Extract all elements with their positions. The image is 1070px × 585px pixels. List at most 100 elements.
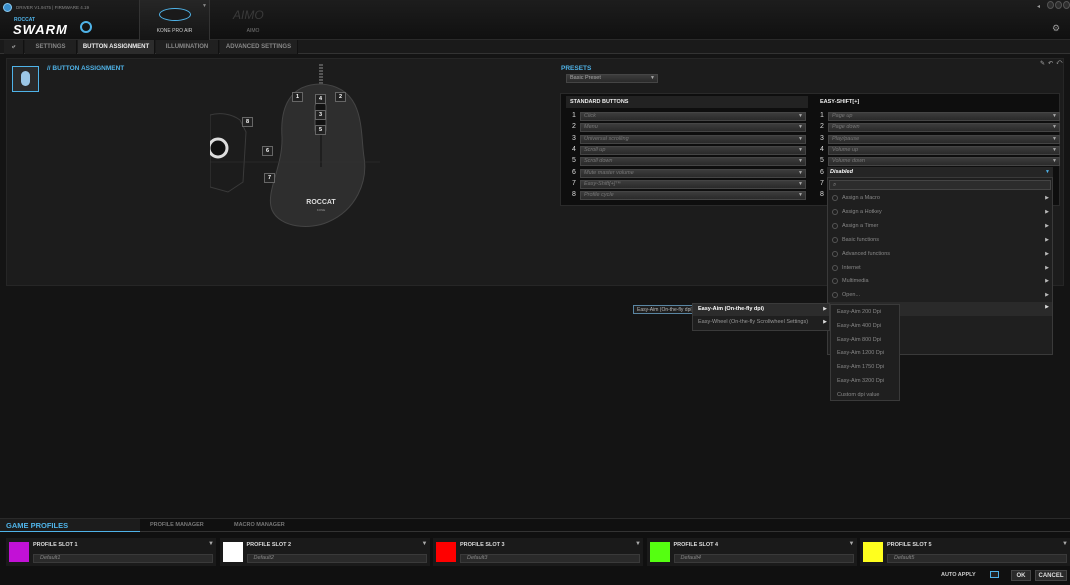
dpi-item-1[interactable]: Easy-Aim 200 Dpi bbox=[831, 306, 899, 318]
easyshift-row-1-dropdown[interactable]: Page up ▼ bbox=[828, 112, 1060, 121]
row-number: 2 bbox=[820, 123, 824, 131]
mouse-side-wheel bbox=[210, 137, 229, 159]
roccat-logo-icon bbox=[3, 3, 12, 12]
function-menu-item-3[interactable]: Assign a Timer ▶ bbox=[828, 219, 1052, 233]
tab-advanced-settings[interactable]: ADVANCED SETTINGS bbox=[220, 40, 298, 54]
window-back-button[interactable]: ◂ bbox=[1037, 3, 1044, 10]
device-aimo[interactable]: AIMO AIMO bbox=[225, 0, 281, 40]
function-search-field[interactable] bbox=[842, 181, 1042, 189]
undo-icon[interactable]: ↶ bbox=[1048, 60, 1053, 67]
standard-row-4-dropdown[interactable]: Scroll up ▼ bbox=[580, 145, 806, 155]
profile-name-input[interactable]: Default5 bbox=[887, 554, 1067, 563]
standard-row-3-value: Universal scrolling bbox=[584, 135, 629, 142]
standard-row-8-dropdown[interactable]: Profile cycle ▼ bbox=[580, 191, 806, 201]
gear-icon[interactable]: ⚙ bbox=[1052, 23, 1060, 34]
function-menu-item-7[interactable]: Multimedia ▶ bbox=[828, 274, 1052, 288]
profile-name-input[interactable]: Default2 bbox=[246, 554, 427, 563]
profile-slot-2[interactable]: PROFILE SLOT 2 Default2 ▼ bbox=[219, 538, 430, 566]
profile-slot-3[interactable]: PROFILE SLOT 3 Default3 ▼ bbox=[433, 538, 643, 566]
tab-back[interactable]: ⤶ bbox=[4, 40, 24, 54]
ok-button[interactable]: OK bbox=[1011, 570, 1031, 581]
profile-color-swatch[interactable] bbox=[863, 542, 883, 562]
standard-row-1-dropdown[interactable]: Click ▼ bbox=[580, 112, 806, 121]
mouse-button-6[interactable]: 6 bbox=[262, 146, 273, 156]
function-menu-item-5[interactable]: Advanced functions ▶ bbox=[828, 247, 1052, 261]
function-menu-item-6[interactable]: Internet ▶ bbox=[828, 261, 1052, 275]
easyshift-row-3-dropdown[interactable]: Play/pause ▼ bbox=[828, 134, 1060, 144]
chevron-down-icon: ▼ bbox=[1052, 146, 1057, 153]
standard-row-5-dropdown[interactable]: Scroll down ▼ bbox=[580, 157, 806, 167]
profile-color-swatch[interactable] bbox=[436, 542, 456, 562]
function-menu-item-2[interactable]: Assign a Hotkey ▶ bbox=[828, 205, 1052, 219]
profile-manager-tab[interactable]: PROFILE MANAGER bbox=[150, 522, 204, 528]
easyshift-row-5-value: Volume down bbox=[832, 158, 866, 165]
presets-dropdown[interactable]: Basic Preset ▼ bbox=[566, 74, 658, 83]
profile-color-swatch[interactable] bbox=[9, 542, 29, 562]
submenu-easy-wheel[interactable]: Easy-Wheel (On-the-fly Scrollwheel Setti… bbox=[693, 317, 829, 329]
mouse-button-4[interactable]: 4 bbox=[315, 94, 326, 104]
mouse-button-7[interactable]: 7 bbox=[264, 173, 275, 183]
window-maximize-button[interactable] bbox=[1055, 1, 1062, 9]
standard-row-2-dropdown[interactable]: Menu ▼ bbox=[580, 123, 806, 133]
easyshift-row-3-value: Play/pause bbox=[832, 135, 860, 142]
tab-illumination[interactable]: ILLUMINATION bbox=[156, 40, 219, 54]
easyshift-row-2-dropdown[interactable]: Page down ▼ bbox=[828, 123, 1060, 133]
chevron-down-icon[interactable]: ▼ bbox=[635, 541, 641, 547]
dpi-item-6[interactable]: Easy-Aim 3200 Dpi bbox=[831, 375, 899, 387]
dpi-item-5[interactable]: Easy-Aim 1750 Dpi bbox=[831, 361, 899, 373]
function-menu-item-8[interactable]: Open... ▶ bbox=[828, 288, 1052, 302]
profile-name-input[interactable]: Default1 bbox=[33, 554, 213, 563]
dpi-item-4[interactable]: Easy-Aim 1200 Dpi bbox=[831, 347, 899, 359]
profile-slot-5[interactable]: PROFILE SLOT 5 Default5 ▼ bbox=[860, 538, 1070, 566]
tab-settings[interactable]: SETTINGS bbox=[25, 40, 77, 54]
function-menu-item-label: Assign a Timer bbox=[842, 222, 879, 229]
row-number: 8 bbox=[572, 191, 576, 199]
device-dropdown-arrow-icon[interactable]: ▼ bbox=[202, 3, 207, 9]
profile-name-input[interactable]: Default4 bbox=[673, 554, 854, 563]
game-profiles-tab[interactable]: GAME PROFILES bbox=[0, 519, 140, 532]
chevron-down-icon[interactable]: ▼ bbox=[422, 541, 428, 547]
dpi-item-7[interactable]: Custom dpi value bbox=[831, 389, 899, 401]
mouse-button-8[interactable]: 8 bbox=[242, 117, 253, 127]
mouse-button-1[interactable]: 1 bbox=[292, 92, 303, 102]
chevron-down-icon[interactable]: ▼ bbox=[208, 541, 214, 547]
chevron-down-icon[interactable]: ▼ bbox=[1062, 541, 1068, 547]
cancel-button[interactable]: CANCEL bbox=[1035, 570, 1067, 581]
profile-color-swatch[interactable] bbox=[222, 542, 243, 562]
function-menu-item-1[interactable]: Assign a Macro ▶ bbox=[828, 191, 1052, 205]
function-search-input[interactable]: ⌕ bbox=[829, 180, 1051, 190]
reset-icon[interactable]: ⤺ bbox=[1056, 60, 1062, 67]
easyshift-row-5-dropdown[interactable]: Volume down ▼ bbox=[828, 157, 1060, 167]
function-menu-item-4[interactable]: Basic functions ▶ bbox=[828, 233, 1052, 247]
tab-button-assignment[interactable]: BUTTON ASSIGNMENT bbox=[78, 40, 155, 54]
easyshift-row-4-dropdown[interactable]: Volume up ▼ bbox=[828, 145, 1060, 155]
mouse-button-3[interactable]: 3 bbox=[315, 110, 326, 120]
window-minimize-button[interactable] bbox=[1047, 1, 1054, 9]
profile-slot-name: PROFILE SLOT 5 bbox=[887, 542, 932, 548]
device-kone-pro-air[interactable]: KONE PRO AIR bbox=[139, 0, 210, 40]
standard-row-3-dropdown[interactable]: Universal scrolling ▼ bbox=[580, 134, 806, 144]
profile-name-input[interactable]: Default3 bbox=[460, 554, 640, 563]
profile-slot-1[interactable]: PROFILE SLOT 1 Default1 ▼ bbox=[6, 538, 216, 566]
function-tooltip: Easy-Aim (On-the-fly dpi) bbox=[633, 305, 698, 314]
submenu-easy-aim[interactable]: Easy-Aim (On-the-fly dpi) ▶ bbox=[693, 304, 829, 316]
standard-row-6-value: Mute master volume bbox=[584, 169, 634, 176]
mouse-button-2[interactable]: 2 bbox=[335, 92, 346, 102]
function-menu-header[interactable]: Disabled ▼ bbox=[827, 167, 1053, 178]
edit-icon[interactable]: ✎ bbox=[1040, 60, 1045, 67]
mouse-button-5[interactable]: 5 bbox=[315, 125, 326, 135]
auto-apply-toggle[interactable] bbox=[990, 571, 999, 578]
profile-slot-4[interactable]: PROFILE SLOT 4 Default4 ▼ bbox=[646, 538, 857, 566]
chevron-right-icon: ▶ bbox=[1045, 250, 1049, 257]
profile-slot-name: PROFILE SLOT 2 bbox=[246, 542, 292, 548]
row-number: 1 bbox=[572, 112, 576, 119]
chevron-down-icon: ▼ bbox=[798, 192, 803, 199]
macro-manager-tab[interactable]: MACRO MANAGER bbox=[234, 522, 285, 528]
dpi-item-2[interactable]: Easy-Aim 400 Dpi bbox=[831, 320, 899, 332]
window-close-button[interactable] bbox=[1063, 1, 1070, 9]
chevron-down-icon[interactable]: ▼ bbox=[849, 541, 855, 547]
profile-color-swatch[interactable] bbox=[649, 542, 670, 562]
standard-row-6-dropdown[interactable]: Mute master volume ▼ bbox=[580, 168, 806, 178]
standard-row-7-dropdown[interactable]: Easy-Shift[+]™ ▼ bbox=[580, 179, 806, 189]
dpi-item-3[interactable]: Easy-Aim 800 Dpi bbox=[831, 334, 899, 346]
